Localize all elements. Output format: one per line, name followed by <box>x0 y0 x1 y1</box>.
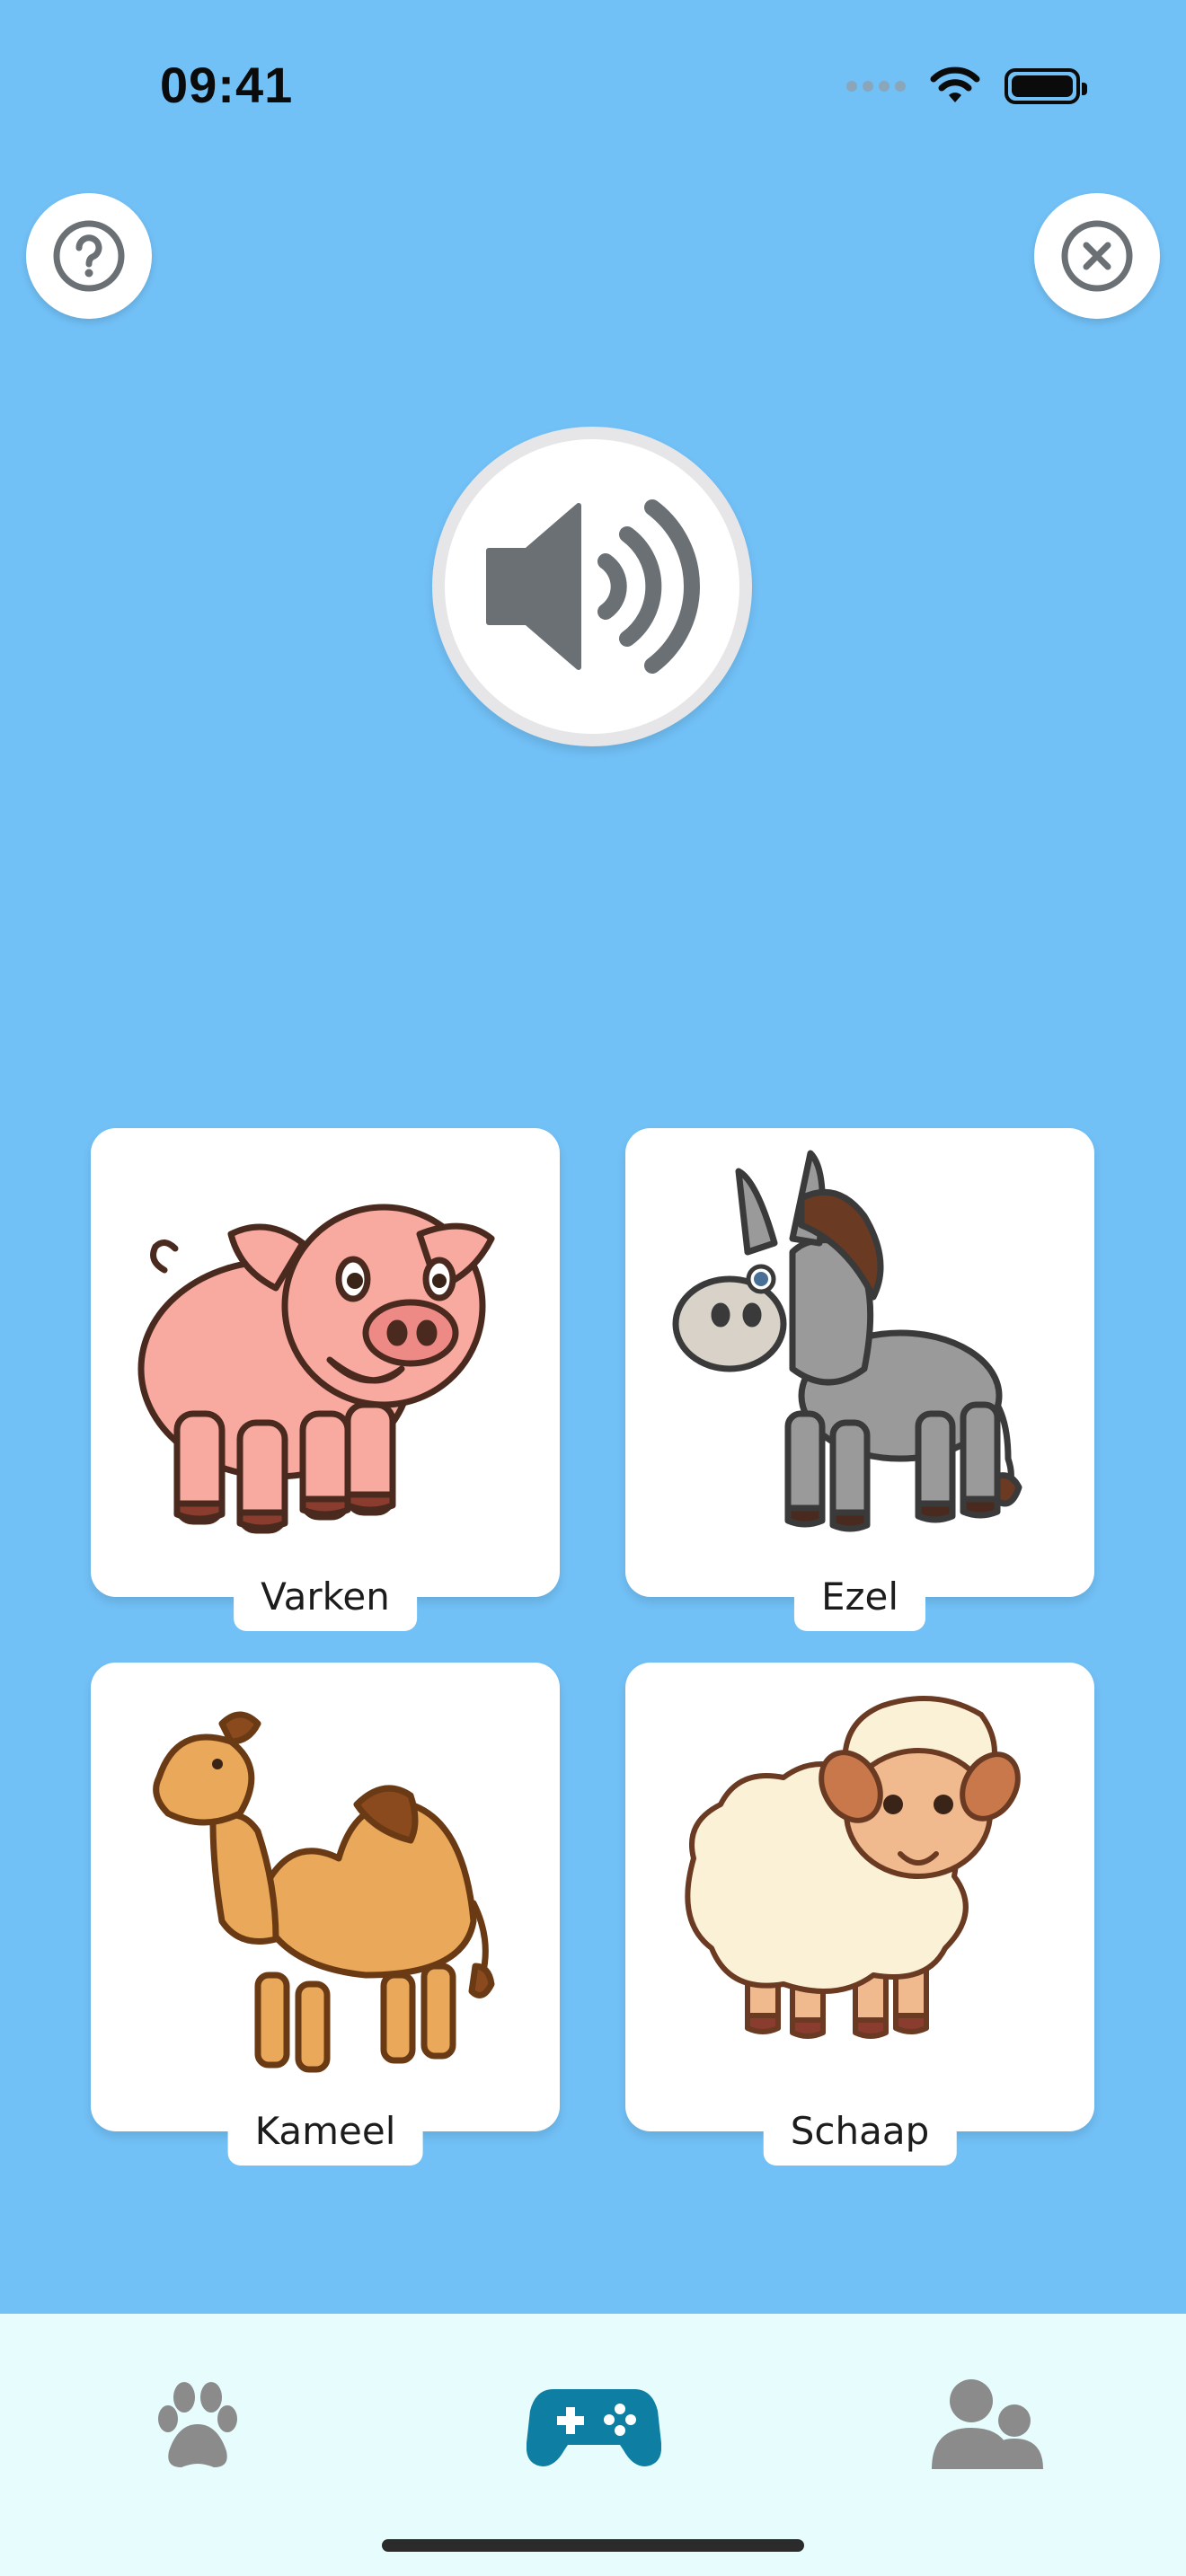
animal-card-camel[interactable]: Kameel <box>91 1663 560 2166</box>
play-sound-button[interactable] <box>432 427 752 746</box>
status-indicators <box>846 66 1087 106</box>
pig-illustration <box>137 1204 495 1534</box>
paw-icon <box>158 2382 237 2467</box>
cellular-signal-icon <box>846 81 906 92</box>
wifi-icon <box>930 66 980 102</box>
battery-icon <box>1005 68 1087 104</box>
card-label: Ezel <box>793 1566 926 1631</box>
question-circle-icon <box>53 220 125 292</box>
animal-card-sheep[interactable]: Schaap <box>625 1663 1094 2166</box>
users-icon <box>932 2379 1043 2469</box>
home-indicator <box>382 2539 804 2552</box>
sheep-illustration <box>685 1696 1021 2039</box>
help-button[interactable] <box>26 193 152 319</box>
close-circle-icon <box>1061 220 1133 292</box>
tab-bar <box>0 2314 1186 2576</box>
tab-profile[interactable] <box>916 2360 1060 2486</box>
tab-animals[interactable] <box>126 2360 270 2486</box>
close-button[interactable] <box>1034 193 1160 319</box>
status-time: 09:41 <box>160 57 294 113</box>
animal-card-pig[interactable]: Varken <box>91 1128 560 1631</box>
animal-card-donkey[interactable]: Ezel <box>625 1128 1094 1631</box>
speaker-wave-icon <box>486 499 700 674</box>
card-label: Schaap <box>763 2101 957 2166</box>
card-label: Varken <box>234 1566 417 1631</box>
camel-illustration <box>153 1711 495 2073</box>
gamepad-icon <box>527 2389 661 2466</box>
tab-games[interactable] <box>522 2360 666 2486</box>
donkey-illustration <box>672 1150 1022 1532</box>
card-label: Kameel <box>227 2101 423 2166</box>
status-bar: 09:41 <box>0 0 1186 162</box>
